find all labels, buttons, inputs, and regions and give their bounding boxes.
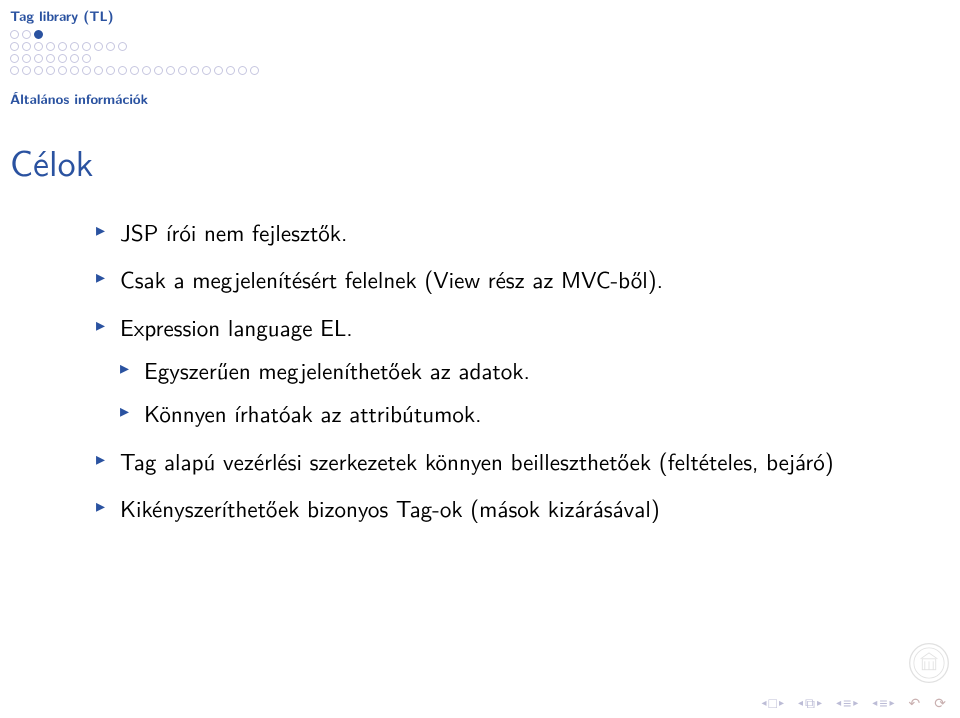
bullet-item: Tag alapú vezérlési szerkezetek könnyen … [96, 445, 900, 478]
progress-dot [106, 66, 115, 75]
progress-dot [94, 66, 103, 75]
section-title: Tag library (TL) [10, 6, 950, 26]
progress-dot [154, 66, 163, 75]
bullet-item: Kikényszeríthetőek bizonyos Tag-ok (máso… [96, 492, 900, 525]
progress-row-1 [10, 30, 950, 39]
progress-dot-current [34, 30, 43, 39]
nav-next[interactable]: ◂≡▸ [872, 696, 894, 710]
progress-dot [82, 54, 91, 63]
progress-dot [178, 66, 187, 75]
progress-row-2 [10, 42, 950, 51]
slide-content: JSP írói nem fejlesztők. Csak a megjelen… [0, 216, 960, 525]
progress-dot [22, 30, 31, 39]
progress-indicator [10, 30, 950, 75]
nav-prev[interactable]: ◂≡▸ [836, 696, 858, 710]
bullet-item: JSP írói nem fejlesztők. [96, 216, 900, 249]
progress-dot [46, 66, 55, 75]
progress-dot [58, 42, 67, 51]
progress-dot [34, 66, 43, 75]
progress-dot [22, 54, 31, 63]
bullet-list: JSP írói nem fejlesztők. Csak a megjelen… [96, 216, 900, 525]
nav-cycle-icon[interactable]: ⟳ [934, 696, 946, 710]
progress-dot [70, 54, 79, 63]
bullet-item: Expression language EL. Egyszerűen megje… [96, 311, 900, 431]
sub-bullet-item: Könnyen írhatóak az attribútumok. [120, 397, 900, 430]
slide-header: Tag library (TL) Általános információk [0, 0, 960, 125]
progress-dot [10, 42, 19, 51]
progress-dot [250, 66, 259, 75]
progress-dot [10, 30, 19, 39]
progress-dot [82, 66, 91, 75]
progress-dot [226, 66, 235, 75]
bullet-item: Csak a megjelenítésért felelnek (View ré… [96, 263, 900, 296]
progress-dot [22, 42, 31, 51]
institution-logo [908, 642, 950, 684]
sub-bullet-list: Egyszerűen megjeleníthetőek az adatok. K… [120, 354, 900, 431]
sub-bullet-item: Egyszerűen megjeleníthetőek az adatok. [120, 354, 900, 387]
progress-dot [94, 42, 103, 51]
progress-dot [22, 66, 31, 75]
progress-dot [46, 54, 55, 63]
progress-dot [106, 42, 115, 51]
progress-dot [118, 42, 127, 51]
progress-dot [70, 66, 79, 75]
subsection-title: Általános információk [10, 89, 950, 109]
footer-nav: ◂□▸ ◂⧉▸ ◂≡▸ ◂≡▸ ↶ ⟳ [761, 696, 946, 710]
nav-first[interactable]: ◂□▸ [761, 696, 784, 710]
progress-dot [34, 42, 43, 51]
progress-dot [10, 54, 19, 63]
progress-dot [70, 42, 79, 51]
progress-dot [118, 66, 127, 75]
progress-dot [214, 66, 223, 75]
progress-dot [46, 42, 55, 51]
progress-dot [190, 66, 199, 75]
progress-row-4 [10, 66, 950, 75]
progress-dot [130, 66, 139, 75]
bullet-text: Expression language EL. [120, 310, 353, 344]
progress-dot [34, 54, 43, 63]
progress-dot [166, 66, 175, 75]
slide-title: Célok [10, 135, 960, 188]
progress-dot [82, 42, 91, 51]
progress-dot [142, 66, 151, 75]
progress-dot [58, 66, 67, 75]
progress-dot [238, 66, 247, 75]
progress-dot [202, 66, 211, 75]
progress-dot [10, 66, 19, 75]
progress-row-3 [10, 54, 950, 63]
nav-prev-section[interactable]: ◂⧉▸ [798, 696, 822, 710]
nav-back-icon[interactable]: ↶ [909, 696, 921, 710]
progress-dot [58, 54, 67, 63]
